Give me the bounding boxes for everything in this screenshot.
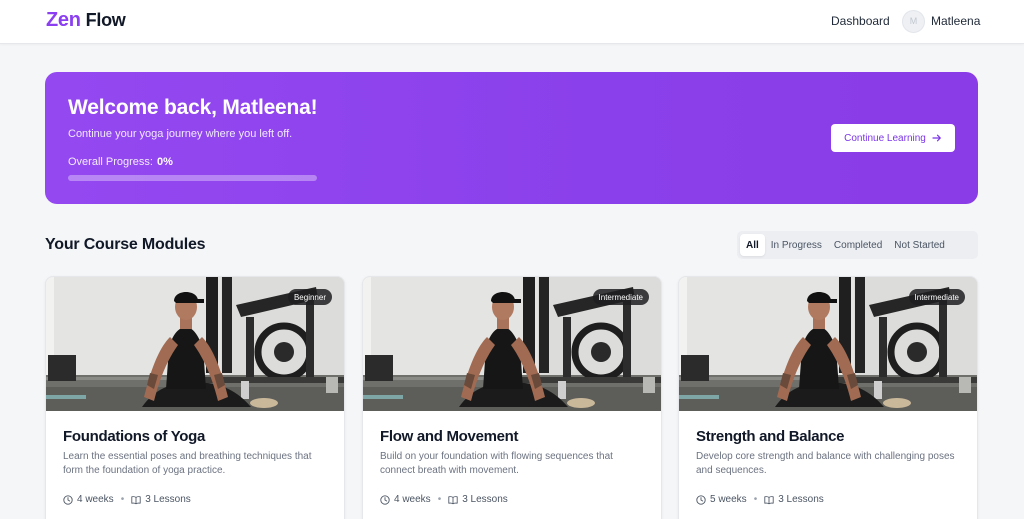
filter-tabs: All In Progress Completed Not Started xyxy=(737,231,978,259)
course-card[interactable]: Intermediate Flow and Movement Build on … xyxy=(362,276,662,519)
welcome-subtitle: Continue your yoga journey where you lef… xyxy=(68,128,293,140)
course-duration: 5 weeks xyxy=(710,494,747,505)
logo-zen: Zen xyxy=(46,9,81,31)
user-menu[interactable]: M Matleena xyxy=(902,9,980,33)
course-description: Build on your foundation with flowing se… xyxy=(380,451,613,476)
course-modules-title: Your Course Modules xyxy=(45,236,206,253)
level-badge: Intermediate xyxy=(908,289,965,305)
progress-value: 0% xyxy=(156,156,173,168)
meta-separator: • xyxy=(437,494,442,505)
course-meta: 5 weeks • 3 Lessons xyxy=(696,494,824,505)
filter-tab-all[interactable]: All xyxy=(740,234,765,256)
clock-icon xyxy=(696,494,706,505)
progress-label-text: Overall Progress: xyxy=(68,156,153,168)
course-meta: 4 weeks • 3 Lessons xyxy=(63,494,191,505)
clock-icon xyxy=(63,494,73,505)
user-name: Matleena xyxy=(931,14,981,28)
meta-separator: • xyxy=(753,494,758,505)
course-title: Foundations of Yoga xyxy=(63,428,206,445)
progress-bar xyxy=(68,175,317,181)
clock-icon xyxy=(380,494,390,505)
course-duration: 4 weeks xyxy=(77,494,114,505)
avatar: M xyxy=(902,9,925,33)
welcome-banner: Welcome back, Matleena! Continue your yo… xyxy=(45,72,978,204)
course-meta: 4 weeks • 3 Lessons xyxy=(380,494,508,505)
course-lessons: 3 Lessons xyxy=(462,494,508,505)
book-icon xyxy=(448,495,458,504)
course-lessons: 3 Lessons xyxy=(778,494,824,505)
progress-label: Overall Progress: 0% xyxy=(68,156,173,168)
filter-tab-not-started[interactable]: Not Started xyxy=(888,234,951,256)
continue-learning-button[interactable]: Continue Learning xyxy=(831,124,955,152)
level-badge: Intermediate xyxy=(592,289,649,305)
course-description: Learn the essential poses and breathing … xyxy=(63,451,312,476)
top-navbar: Zen Flow Dashboard M Matleena xyxy=(0,0,1024,44)
welcome-title: Welcome back, Matleena! xyxy=(68,96,318,119)
brand-logo[interactable]: Zen Flow xyxy=(46,9,126,32)
arrow-right-icon xyxy=(932,134,941,142)
course-description: Develop core strength and balance with c… xyxy=(696,451,955,476)
book-icon xyxy=(764,495,774,504)
course-duration: 4 weeks xyxy=(394,494,431,505)
course-card[interactable]: Beginner Foundations of Yoga Learn the e… xyxy=(45,276,345,519)
course-title: Strength and Balance xyxy=(696,428,845,445)
filter-tab-completed[interactable]: Completed xyxy=(828,234,888,256)
filter-tab-in-progress[interactable]: In Progress xyxy=(765,234,828,256)
course-title: Flow and Movement xyxy=(380,428,519,445)
book-icon xyxy=(131,495,141,504)
nav-dashboard-link[interactable]: Dashboard xyxy=(831,14,890,28)
meta-separator: • xyxy=(120,494,125,505)
course-card[interactable]: Intermediate Strength and Balance Develo… xyxy=(678,276,978,519)
level-badge: Beginner xyxy=(287,289,332,305)
logo-flow: Flow xyxy=(85,10,126,30)
continue-learning-label: Continue Learning xyxy=(844,132,926,144)
course-lessons: 3 Lessons xyxy=(145,494,191,505)
